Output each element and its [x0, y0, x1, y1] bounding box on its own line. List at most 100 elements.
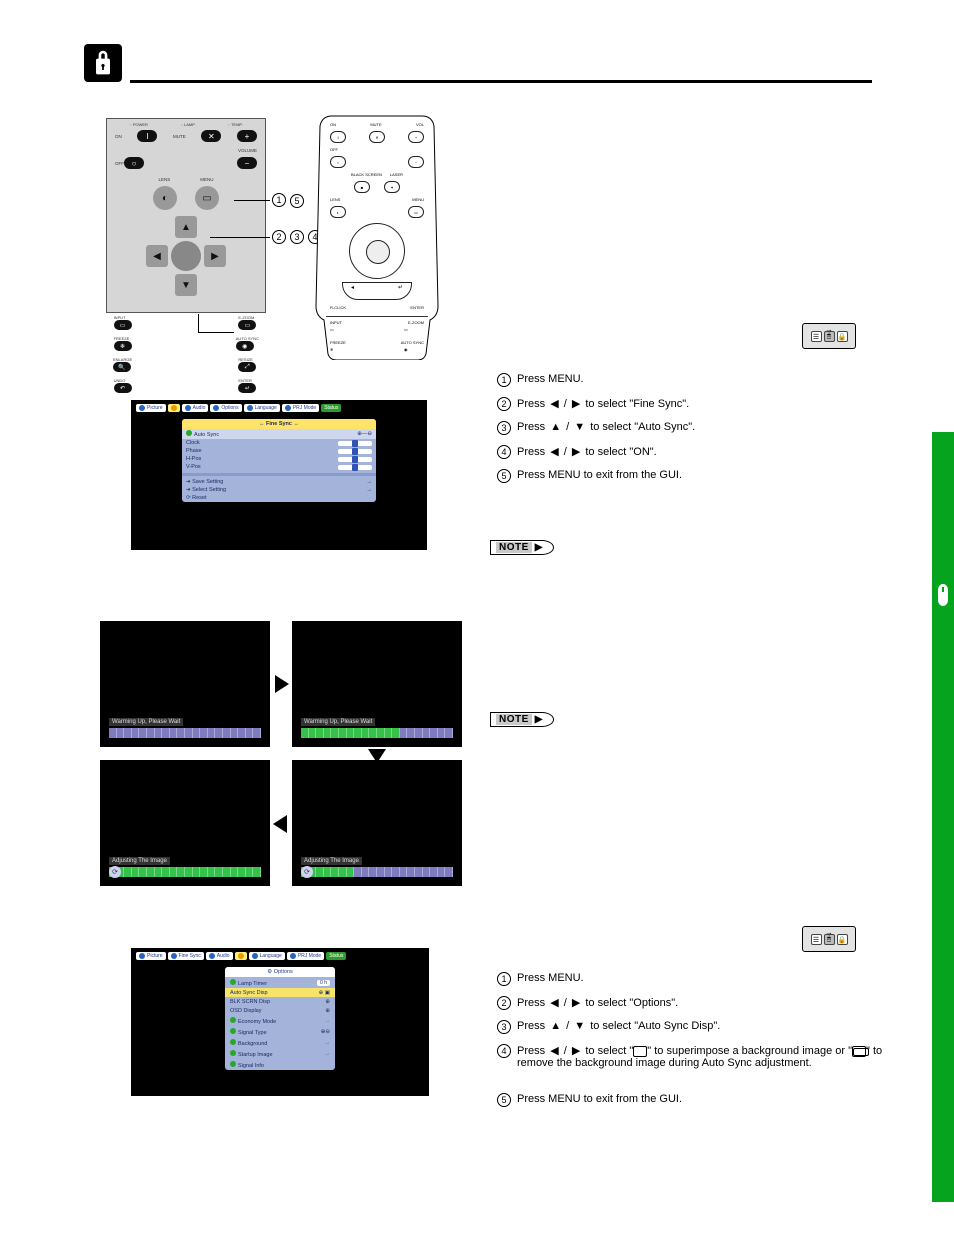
vol-down-button[interactable]: −: [237, 157, 257, 169]
steps-top: 1Press MENU. 2Press ◀ / ▶ to select "Fin…: [497, 373, 867, 493]
opt-siginfo[interactable]: Signal Info: [238, 1063, 264, 1069]
slide-opt-b2: 🖱: [824, 934, 835, 945]
r-mouse-ring[interactable]: [349, 223, 405, 279]
autosync-button[interactable]: ◉: [236, 341, 254, 351]
r-mute-button[interactable]: ✕: [369, 131, 385, 143]
vol-up-button[interactable]: +: [237, 130, 257, 142]
opt-blk[interactable]: BLK SCRN Disp: [230, 999, 270, 1005]
mute-button[interactable]: ✕: [201, 130, 221, 142]
section-key-icon: [84, 44, 122, 82]
r-blackscreen-button[interactable]: ■: [354, 181, 370, 193]
opt-start[interactable]: Startup Image: [238, 1052, 273, 1058]
gui-menu-options: ⚙ Options Lamp Timer0 h Auto Sync Disp⊕ …: [225, 967, 335, 1070]
input-button[interactable]: ▭: [114, 320, 132, 330]
dpad-up[interactable]: ▲: [175, 216, 197, 238]
undo-button[interactable]: ↶: [114, 383, 132, 393]
slider-hpos[interactable]: [338, 457, 372, 462]
r-input-button[interactable]: ▭: [330, 327, 350, 338]
tab-language[interactable]: Language: [244, 404, 280, 412]
dpad[interactable]: ▲ ▼ ◀ ▶: [146, 216, 226, 296]
lbl-volume: VOLUME: [238, 148, 257, 153]
on-button[interactable]: I: [137, 130, 157, 142]
r-freeze-button[interactable]: ❄: [330, 347, 350, 358]
dpad-center[interactable]: [171, 241, 201, 271]
r-lens-button[interactable]: ◐: [330, 206, 346, 218]
r-click-bar[interactable]: ◂↵: [342, 282, 412, 300]
b-step5-num: 5: [497, 1093, 511, 1107]
slider-vpos[interactable]: [338, 465, 372, 470]
slider-clock[interactable]: [338, 441, 372, 446]
r-ezoom-button[interactable]: ▭: [404, 327, 424, 338]
osd-cap-b: Warming Up, Please Wait: [301, 718, 375, 726]
slider-phase[interactable]: [338, 449, 372, 454]
row-save[interactable]: Save Setting: [192, 479, 223, 485]
dpad-left[interactable]: ◀: [146, 245, 168, 267]
tab2-prjmode[interactable]: PRJ Mode: [287, 952, 324, 960]
tab-prjmode[interactable]: PRJ Mode: [282, 404, 319, 412]
tab2-finesync[interactable]: Fine Sync: [168, 952, 204, 960]
osd-cap-d: Adjusting The Image: [109, 857, 170, 865]
lbl-off: OFF: [115, 161, 124, 166]
r-lbl-laser: LASER: [390, 172, 403, 177]
freeze-button[interactable]: ❄: [114, 341, 132, 351]
tab-options[interactable]: Options: [210, 404, 241, 412]
b-step1-num: 1: [497, 972, 511, 986]
projector-control-panel: POWER LAMP TEMP. ON I MUTE ✕ + VOLUME OF…: [106, 118, 266, 313]
callout-3-panel: 3: [290, 230, 304, 244]
row-phase[interactable]: Phase: [186, 448, 202, 454]
r-autosync-button[interactable]: ◉: [404, 347, 424, 358]
tab-picture[interactable]: Picture: [136, 404, 166, 412]
note-mid: NOTE▶: [490, 712, 554, 727]
dpad-right[interactable]: ▶: [204, 245, 226, 267]
row-clock[interactable]: Clock: [186, 440, 200, 446]
r-lbl-vol: VOL: [416, 122, 424, 127]
tab-audio[interactable]: Audio: [182, 404, 209, 412]
step4-num: 4: [497, 445, 511, 459]
row-select[interactable]: Select Setting: [192, 487, 226, 493]
enter-button[interactable]: ↵: [238, 383, 256, 393]
menu-title: Fine Sync: [266, 421, 292, 427]
tab2-audio[interactable]: Audio: [206, 952, 233, 960]
tab2-picture[interactable]: Picture: [136, 952, 166, 960]
step5-text: Press MENU to exit from the GUI.: [517, 469, 682, 481]
lens-button[interactable]: ◐: [153, 186, 177, 210]
opt-autosyncdisp[interactable]: Auto Sync Disp: [230, 990, 268, 996]
row-autosync[interactable]: Auto Sync: [194, 432, 219, 438]
r-voldown-button[interactable]: −: [408, 156, 424, 168]
opt-osd[interactable]: OSD Display: [230, 1008, 261, 1014]
menu2-title: Options: [274, 969, 293, 975]
tab-finesync[interactable]: [168, 404, 180, 412]
row-vpos[interactable]: V-Pos: [186, 464, 201, 470]
resize-button[interactable]: ⤢: [238, 362, 256, 372]
r-laser-button[interactable]: ✦: [384, 181, 400, 193]
opt-bg[interactable]: Background: [238, 1041, 267, 1047]
opt-lamp[interactable]: Lamp Timer: [238, 981, 267, 987]
tab2-status[interactable]: Status: [326, 952, 346, 960]
off-button[interactable]: ○: [124, 157, 144, 169]
ezoom-button[interactable]: ▭: [238, 320, 256, 330]
r-on-button[interactable]: I: [330, 131, 346, 143]
dpad-down[interactable]: ▼: [175, 274, 197, 296]
r-lbl-off: OFF: [330, 147, 338, 152]
leader-1: [234, 200, 270, 201]
r-lbl-on: ON: [330, 122, 336, 127]
enlarge-button[interactable]: 🔍: [113, 362, 131, 372]
menu-button[interactable]: ▭: [195, 186, 219, 210]
r-mouse-center[interactable]: [366, 240, 390, 264]
gui-fine-sync: Picture Audio Options Language PRJ Mode …: [131, 400, 427, 550]
tab2-language[interactable]: Language: [249, 952, 285, 960]
opt-sig[interactable]: Signal Type: [238, 1030, 267, 1036]
tab-status[interactable]: Status: [321, 404, 341, 412]
tab2-options[interactable]: [235, 952, 247, 960]
r-menu-button[interactable]: ▭: [408, 206, 424, 218]
icon-stack: [852, 1046, 866, 1057]
remote-control: ON MUTE VOL I ✕ + OFF ○ − BLACK SCREEN L…: [312, 110, 442, 360]
row-hpos[interactable]: H-Pos: [186, 456, 201, 462]
row-reset[interactable]: Reset: [192, 495, 206, 501]
note-top: NOTE▶: [490, 540, 554, 555]
b-step3-num: 3: [497, 1020, 511, 1034]
r-volup-button[interactable]: +: [408, 131, 424, 143]
r-off-button[interactable]: ○: [330, 156, 346, 168]
opt-eco[interactable]: Economy Mode: [238, 1019, 276, 1025]
slide-opt-c2: 🔒: [837, 934, 848, 945]
